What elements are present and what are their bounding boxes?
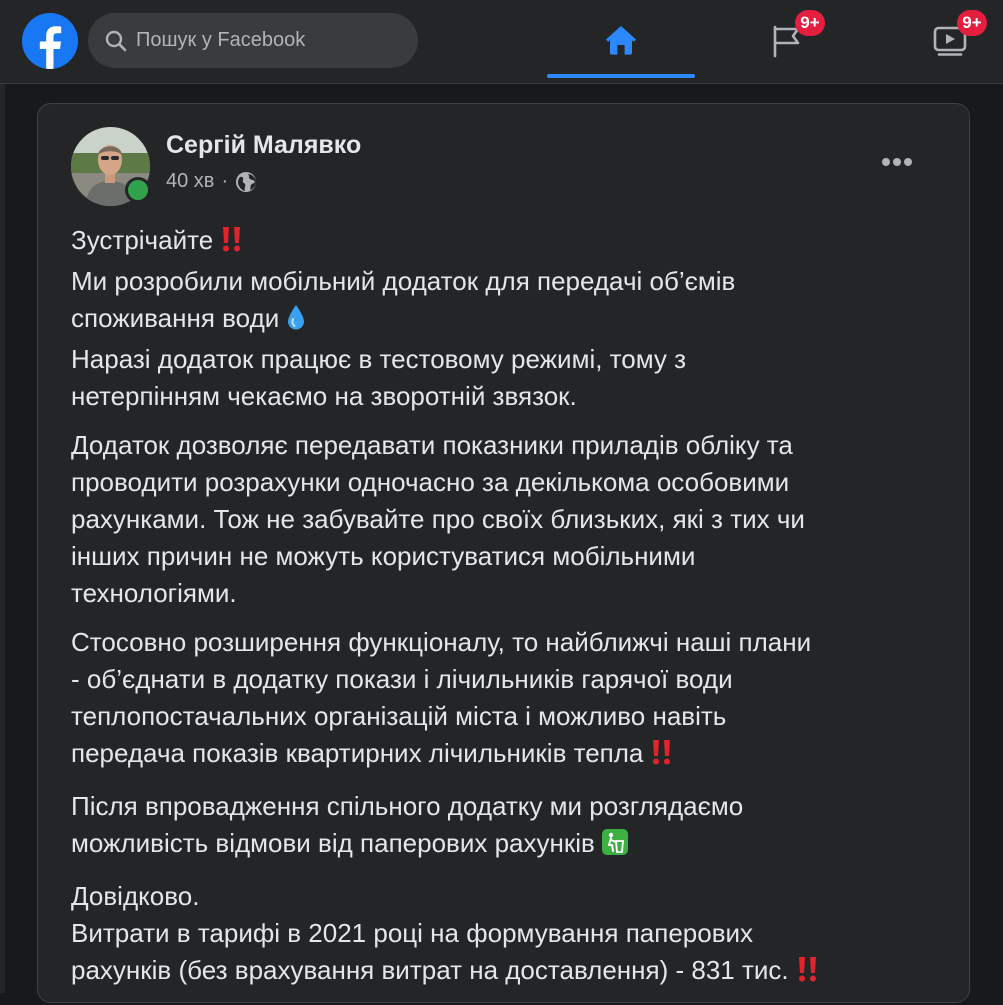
search-input[interactable] (136, 21, 406, 59)
post-text-line: Довідково. (71, 881, 200, 911)
online-status-indicator (125, 177, 151, 203)
post-text-line: рахунків (без врахування витрат на доста… (71, 955, 789, 985)
top-navigation-bar: 9+ 9+ (0, 0, 1003, 84)
search-icon (105, 30, 127, 52)
post-text: Зустрічайте Ми розробили мобільний додат… (71, 222, 941, 1005)
double-exclamation-emoji (795, 955, 821, 993)
droplet-emoji (285, 303, 307, 341)
globe-icon[interactable] (235, 171, 257, 193)
double-exclamation-emoji (649, 738, 675, 776)
notification-badge: 9+ (957, 10, 987, 36)
search-bar[interactable] (88, 13, 418, 68)
home-icon (606, 26, 636, 55)
post-card: Сергій Малявко 40 хв · Зустрічайте Ми ро… (37, 103, 970, 1003)
post-paragraph: Довідково. Витрати в тарифі в 2021 році … (71, 878, 941, 993)
post-author-name[interactable]: Сергій Малявко (166, 131, 361, 160)
post-text-line: теплопостачальних організацій міста і мо… (71, 701, 727, 731)
post-text-line: - об’єднати в додатку покази і лічильник… (71, 664, 733, 694)
post-text-line: Наразі додаток працює в тестовому режимі… (71, 344, 687, 374)
facebook-logo[interactable] (22, 13, 78, 69)
post-text-line: Витрати в тарифі в 2021 році на формуван… (71, 918, 754, 948)
nav-tab-pages[interactable]: 9+ (716, 0, 864, 78)
post-text-line: Стосовно розширення функціоналу, то найб… (71, 627, 812, 657)
post-text-line: технологіями. (71, 578, 237, 608)
litter-bin-emoji (601, 828, 629, 866)
post-text-line: рахунками. Тож не забувайте про своїх бл… (71, 504, 805, 534)
post-text-line: передача показів квартирних лічильників … (71, 738, 644, 768)
post-paragraph: Стосовно розширення функціоналу, то найб… (71, 624, 941, 776)
active-tab-indicator (547, 74, 695, 78)
notification-badge: 9+ (795, 10, 825, 36)
post-text-line: проводити розрахунки одночасно за декіль… (71, 467, 790, 497)
nav-tab-watch[interactable]: 9+ (880, 0, 1003, 78)
post-timestamp[interactable]: 40 хв (166, 170, 214, 193)
post-paragraph: Зустрічайте Ми розробили мобільний додат… (71, 222, 941, 415)
post-paragraph: Після впровадження спільного додатку ми … (71, 788, 941, 866)
post-text-line: можливість відмови від паперових рахункі… (71, 828, 595, 858)
post-text-line: споживання води (71, 303, 280, 333)
meta-separator: · (221, 170, 229, 192)
post-text-line: Після впровадження спільного додатку ми … (71, 791, 744, 821)
post-text-line: Зустрічайте (71, 225, 214, 255)
post-text-line: Додаток дозволяє передавати показники пр… (71, 430, 793, 460)
nav-tab-home[interactable] (547, 0, 695, 78)
left-sidebar-edge (0, 84, 5, 993)
post-paragraph: Додаток дозволяє передавати показники пр… (71, 427, 941, 612)
more-horizontal-icon (882, 158, 912, 166)
post-text-line: нетерпінням чекаємо на зворотній звязок. (71, 381, 577, 411)
post-text-line: інших причин не можуть користуватися моб… (71, 541, 696, 571)
more-options-button[interactable] (874, 142, 920, 182)
double-exclamation-emoji (219, 225, 245, 263)
post-text-line: Ми розробили мобільний додаток для перед… (71, 266, 736, 296)
post-meta: 40 хв · (166, 170, 257, 193)
